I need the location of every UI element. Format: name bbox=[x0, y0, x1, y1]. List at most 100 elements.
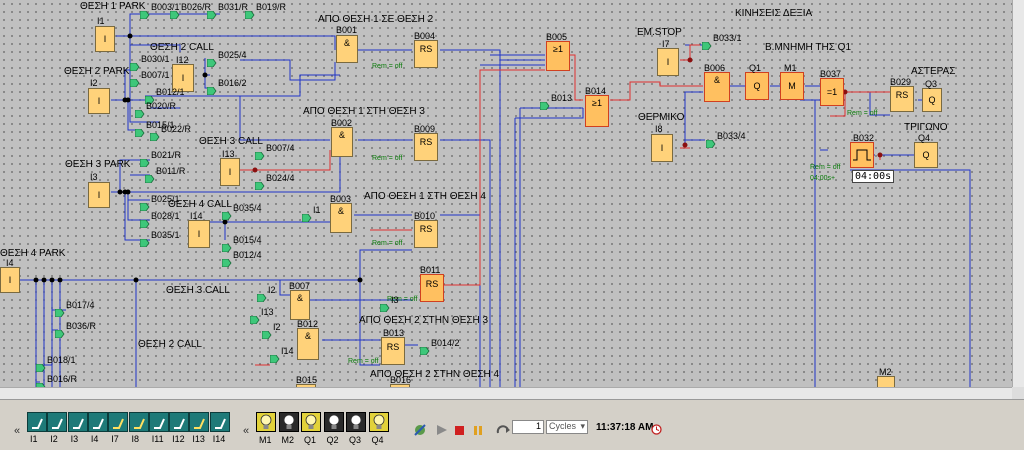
block-Q1[interactable]: Q bbox=[745, 72, 769, 100]
vertical-scrollbar[interactable] bbox=[1012, 0, 1024, 387]
input-switch-i14[interactable] bbox=[209, 412, 230, 432]
cycles-unit-select[interactable]: Cycles ▾ bbox=[546, 420, 588, 434]
block-I8[interactable]: I bbox=[651, 134, 673, 162]
connector-flag-icon[interactable] bbox=[261, 326, 272, 344]
block-B009[interactable]: RS bbox=[414, 133, 438, 161]
input-switch-i7[interactable] bbox=[108, 412, 129, 432]
connector-flag-icon[interactable] bbox=[419, 342, 430, 360]
block-Q3-label: Q3 bbox=[925, 79, 938, 89]
block-B001[interactable]: & bbox=[336, 35, 358, 63]
block-I1[interactable]: I bbox=[95, 26, 115, 52]
connector-flag-icon[interactable] bbox=[206, 6, 217, 24]
block-I14[interactable]: I bbox=[188, 220, 210, 248]
connector-flag-icon[interactable] bbox=[54, 304, 65, 322]
connector-flag-icon[interactable] bbox=[221, 207, 232, 225]
connector-flag-icon[interactable] bbox=[149, 128, 160, 146]
connector-flag-icon[interactable] bbox=[35, 359, 46, 377]
connector-flag-icon[interactable] bbox=[301, 209, 312, 227]
block-M1[interactable]: M bbox=[780, 72, 804, 100]
block-I2[interactable]: I bbox=[88, 88, 110, 114]
heading-from1to3: ΑΠΟ ΘΕΣΗ 1 ΣΤΗ ΘΕΣΗ 3 bbox=[303, 106, 425, 117]
connector-flag-icon[interactable] bbox=[139, 198, 150, 216]
output-lamp-q3 bbox=[346, 412, 366, 432]
block-B011[interactable]: RS bbox=[420, 274, 444, 302]
connector-flag-icon[interactable] bbox=[379, 299, 390, 317]
input-switch-i11[interactable] bbox=[148, 412, 169, 432]
connector-flag-icon[interactable] bbox=[134, 124, 145, 142]
connector-flag-icon[interactable] bbox=[249, 311, 260, 329]
circuit-canvas[interactable]: I I1 I I2 I I3 I I4 I I12 I I13 I I14 I … bbox=[0, 0, 1012, 387]
block-B032[interactable] bbox=[850, 142, 874, 168]
block-B015-label: B015 bbox=[296, 375, 318, 385]
connector-flag-icon[interactable] bbox=[54, 325, 65, 343]
input-switch-i8[interactable] bbox=[128, 412, 149, 432]
block-B014[interactable]: ≥1 bbox=[585, 95, 609, 127]
connector-flag-icon[interactable] bbox=[244, 6, 255, 24]
collapse-inputs-button[interactable]: « bbox=[14, 425, 20, 437]
input-switch-i1[interactable] bbox=[27, 412, 47, 432]
block-Q4[interactable]: Q bbox=[914, 142, 938, 168]
connector-flag-label: I3 bbox=[391, 295, 399, 305]
block-B004[interactable]: RS bbox=[414, 40, 438, 68]
step-cycle-icon[interactable] bbox=[496, 423, 510, 441]
connector-flag-label: B033/4 bbox=[717, 131, 746, 141]
connector-flag-icon[interactable] bbox=[705, 135, 716, 153]
connector-flag-icon[interactable] bbox=[139, 234, 150, 252]
block-I3[interactable]: I bbox=[88, 182, 110, 208]
rem-label: Rem = off bbox=[348, 358, 379, 365]
connector-flag-icon[interactable] bbox=[134, 105, 145, 123]
connector-flag-icon[interactable] bbox=[129, 74, 140, 92]
block-B029[interactable]: RS bbox=[890, 86, 914, 112]
block-B010[interactable]: RS bbox=[414, 220, 438, 248]
block-Q3[interactable]: Q bbox=[922, 88, 942, 112]
connector-flag-icon[interactable] bbox=[254, 177, 265, 195]
connector-flag-icon[interactable] bbox=[139, 215, 150, 233]
block-I13[interactable]: I bbox=[220, 158, 240, 186]
block-I7[interactable]: I bbox=[657, 48, 679, 76]
connector-flag-icon[interactable] bbox=[206, 82, 217, 100]
stop-icon[interactable] bbox=[455, 423, 465, 441]
connector-flag-icon[interactable] bbox=[539, 97, 550, 115]
clock-icon[interactable] bbox=[651, 422, 662, 440]
connector-flag-icon[interactable] bbox=[269, 350, 280, 368]
output-lamp-label: Q4 bbox=[371, 435, 384, 445]
connector-flag-label: B031/R bbox=[218, 2, 249, 12]
connector-flag-icon[interactable] bbox=[221, 254, 232, 272]
connect-icon[interactable] bbox=[412, 423, 428, 442]
connector-flag-icon[interactable] bbox=[206, 54, 217, 72]
block-B013-rs[interactable]: RS bbox=[381, 337, 405, 365]
output-lamp-q2 bbox=[323, 412, 344, 432]
cycles-input[interactable]: 1 bbox=[512, 420, 544, 434]
play-icon[interactable] bbox=[436, 423, 448, 441]
output-lamp-label: Q3 bbox=[349, 435, 362, 445]
input-switch-i13[interactable] bbox=[189, 412, 210, 432]
collapse-outputs-button[interactable]: « bbox=[243, 425, 249, 437]
connector-flag-icon[interactable] bbox=[254, 147, 265, 165]
block-M2[interactable] bbox=[877, 376, 895, 387]
input-switch-i3[interactable] bbox=[67, 412, 88, 432]
connector-flag-icon[interactable] bbox=[139, 6, 150, 24]
block-B006[interactable]: & bbox=[704, 72, 730, 102]
connector-flag-label: I13 bbox=[261, 307, 274, 317]
block-B005[interactable]: ≥1 bbox=[546, 41, 570, 71]
block-I4[interactable]: I bbox=[0, 267, 20, 293]
block-B003[interactable]: & bbox=[330, 203, 352, 233]
block-B012[interactable]: & bbox=[297, 328, 319, 360]
connector-flag-label: B030/1 bbox=[141, 54, 170, 64]
timer-small-label: 04:00s+ bbox=[810, 175, 836, 182]
input-switch-i12[interactable] bbox=[169, 412, 190, 432]
connector-flag-icon[interactable] bbox=[144, 170, 155, 188]
input-switch-label: I14 bbox=[212, 434, 226, 444]
block-B014-label: B014 bbox=[585, 86, 607, 96]
connector-flag-icon[interactable] bbox=[701, 37, 712, 55]
block-B037[interactable]: =1 bbox=[820, 78, 844, 106]
block-I8-label: I8 bbox=[655, 124, 663, 134]
input-switch-i2[interactable] bbox=[47, 412, 68, 432]
connector-flag-icon[interactable] bbox=[35, 378, 46, 387]
connector-flag-icon[interactable] bbox=[256, 289, 267, 307]
block-B002[interactable]: & bbox=[331, 127, 353, 157]
block-B007[interactable]: & bbox=[290, 290, 310, 320]
connector-flag-icon[interactable] bbox=[169, 6, 180, 24]
input-switch-i4[interactable] bbox=[87, 412, 108, 432]
pause-icon[interactable] bbox=[473, 423, 483, 441]
